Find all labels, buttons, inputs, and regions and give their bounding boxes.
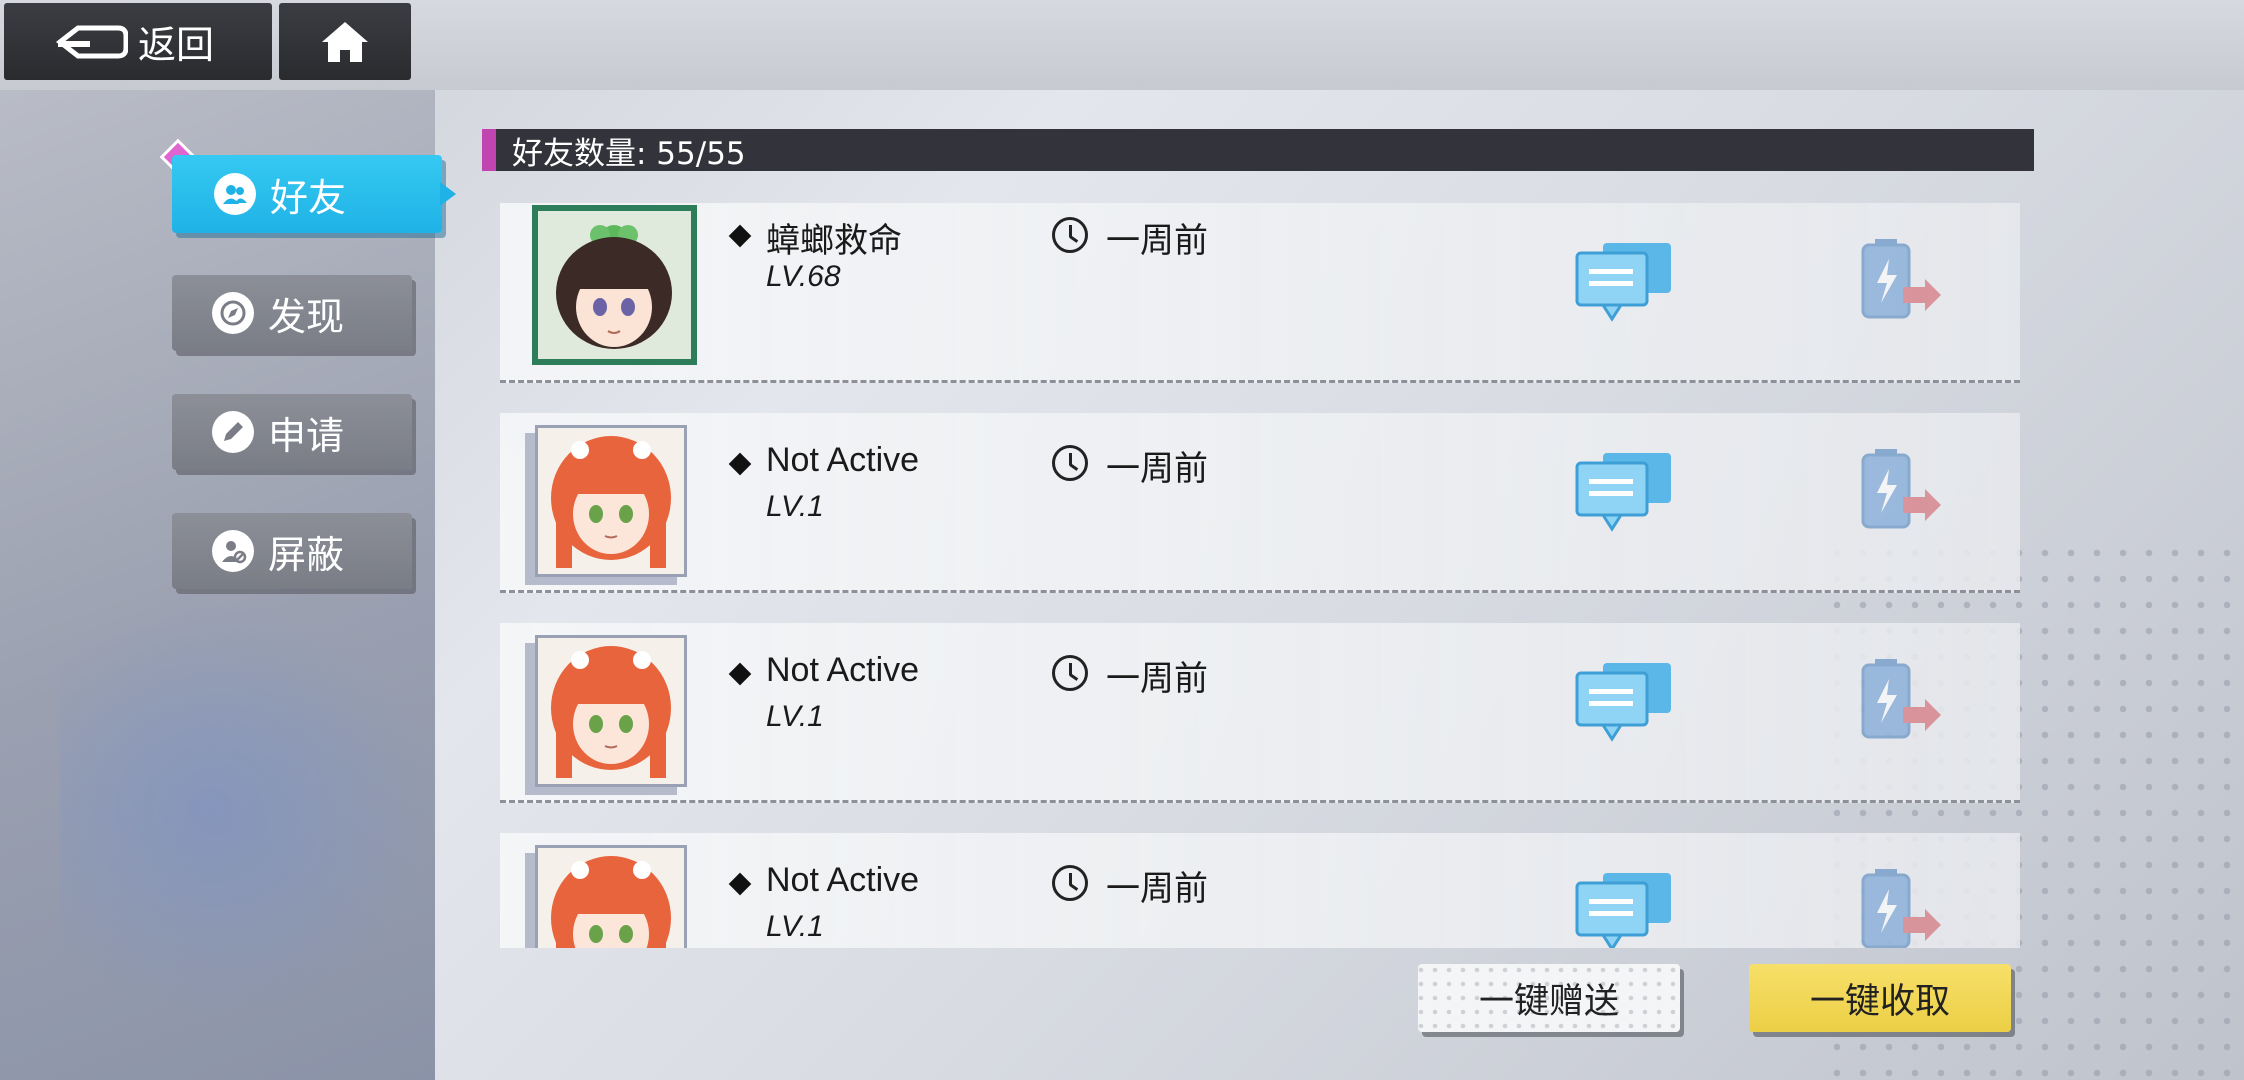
friend-list[interactable]: 蟑螂救命 LV.68 一周前 Not Active LV.1 一周前 Not A… [500,203,2020,948]
friend-avatar[interactable] [532,205,697,365]
friend-level: LV.1 [766,910,824,943]
last-seen: 一周前 [1106,449,1208,489]
clock-icon [1052,655,1088,691]
discover-icon [212,292,254,334]
message-button[interactable] [1575,871,1675,948]
last-seen: 一周前 [1106,659,1208,699]
request-icon [212,411,254,453]
friend-avatar[interactable] [535,635,687,787]
nav-item-label: 好友 [270,175,347,220]
name-bullet [728,224,752,248]
energy-gift-button[interactable] [1855,865,1945,948]
message-button[interactable] [1575,241,1675,325]
message-button[interactable] [1575,661,1675,745]
name-bullet [728,872,752,896]
back-arrow-icon [56,25,128,58]
energy-gift-button[interactable] [1855,235,1945,325]
last-seen: 一周前 [1106,869,1208,909]
active-arrow [440,182,456,206]
nav-item-label: 申请 [268,413,345,458]
orange-hair-girl-avatar [538,638,684,784]
name-bullet [728,452,752,476]
friend-count-header: 好友数量: 55/55 [482,129,2034,172]
nav-item-friends[interactable]: 好友 [172,155,442,233]
friend-name: Not Active [766,861,920,899]
friend-name: 蟑螂救命 [766,222,902,260]
clock-icon [1052,445,1088,481]
send-all-button[interactable]: 一键赠送 [1418,964,1680,1032]
block-icon [212,530,254,572]
friend-row[interactable]: Not Active LV.1 一周前 [500,413,2020,593]
nav-item-discover[interactable]: 发现 [172,275,412,351]
dark-hair-girl-avatar [538,211,691,359]
last-seen: 一周前 [1106,221,1208,261]
clock-icon [1052,217,1088,253]
friends-icon [214,173,256,215]
orange-hair-girl-avatar [538,428,684,574]
energy-gift-button[interactable] [1855,655,1945,745]
friend-row[interactable]: Not Active LV.1 一周前 [500,623,2020,803]
name-bullet [728,662,752,686]
send-all-label: 一键赠送 [1478,981,1619,1022]
friend-count-label: 好友数量: 55/55 [512,135,746,172]
collect-all-button[interactable]: 一键收取 [1749,964,2011,1032]
nav-item-request[interactable]: 申请 [172,394,412,470]
top-bar: 返回 [0,0,2244,90]
clock-icon [1052,865,1088,901]
nav-item-label: 屏蔽 [268,532,345,577]
friend-level: LV.68 [766,260,841,293]
message-button[interactable] [1575,451,1675,535]
friend-level: LV.1 [766,490,824,523]
energy-gift-button[interactable] [1855,445,1945,535]
home-icon [322,21,368,62]
nav-item-block[interactable]: 屏蔽 [172,513,412,589]
friend-name: Not Active [766,441,920,479]
back-button[interactable]: 返回 [4,3,272,80]
friend-avatar[interactable] [535,425,687,577]
home-button[interactable] [279,3,411,80]
orange-hair-girl-avatar [538,848,684,948]
nav-item-label: 发现 [268,294,345,339]
friend-name: Not Active [766,651,920,689]
friend-row[interactable]: Not Active LV.1 一周前 [500,833,2020,948]
friend-level: LV.1 [766,700,824,733]
collect-all-label: 一键收取 [1809,981,1950,1022]
friend-row[interactable]: 蟑螂救命 LV.68 一周前 [500,203,2020,383]
friend-avatar[interactable] [535,845,687,948]
back-label: 返回 [138,23,215,67]
